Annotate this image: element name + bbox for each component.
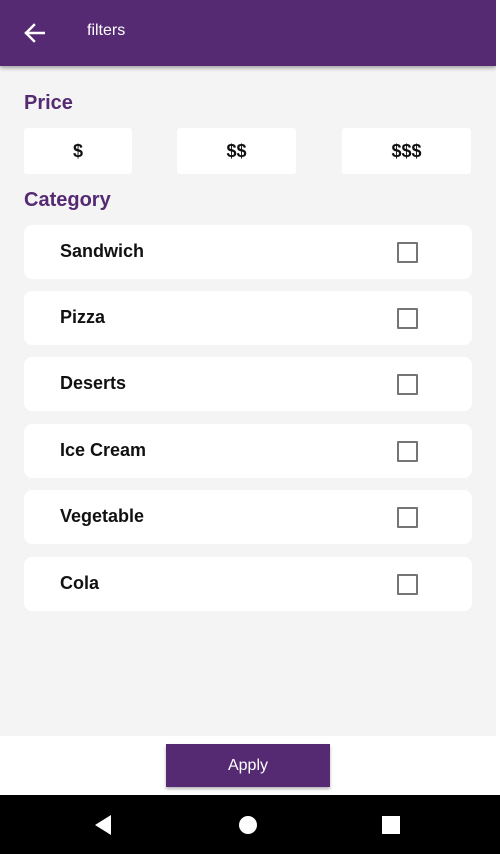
system-navigation-bar	[0, 795, 500, 854]
nav-recents-icon	[382, 816, 400, 834]
app-bar: filters	[0, 0, 496, 66]
nav-back-button[interactable]	[83, 805, 123, 845]
price-option-2[interactable]: $$	[177, 128, 296, 174]
checkbox-cola[interactable]	[397, 574, 418, 595]
price-option-3[interactable]: $$$	[342, 128, 471, 174]
bottom-action-bar: Apply	[0, 736, 496, 795]
page-title: filters	[87, 22, 126, 39]
category-label: Deserts	[60, 373, 127, 393]
category-item-pizza[interactable]: Pizza	[24, 291, 472, 345]
nav-recents-button[interactable]	[371, 805, 411, 845]
nav-back-icon	[95, 815, 111, 835]
checkbox-pizza[interactable]	[397, 308, 418, 329]
category-label: Vegetable	[60, 506, 145, 526]
category-label: Ice Cream	[60, 440, 147, 460]
category-section-title: Category	[24, 189, 111, 211]
checkbox-sandwich[interactable]	[397, 242, 418, 263]
checkbox-ice-cream[interactable]	[397, 441, 418, 462]
filters-screen: filters Price $ $$ $$$ Category Sandwich…	[0, 0, 496, 854]
nav-home-icon	[239, 816, 257, 834]
category-label: Pizza	[60, 307, 106, 327]
apply-button[interactable]: Apply	[166, 744, 330, 787]
category-item-sandwich[interactable]: Sandwich	[24, 225, 472, 279]
price-section-title: Price	[24, 92, 73, 114]
back-button[interactable]	[14, 14, 54, 52]
category-label: Sandwich	[60, 241, 145, 261]
checkbox-deserts[interactable]	[397, 374, 418, 395]
screen-edge	[496, 0, 500, 854]
category-item-deserts[interactable]: Deserts	[24, 357, 472, 411]
category-item-cola[interactable]: Cola	[24, 557, 472, 611]
checkbox-vegetable[interactable]	[397, 507, 418, 528]
price-option-1[interactable]: $	[24, 128, 132, 174]
nav-home-button[interactable]	[228, 805, 268, 845]
category-item-vegetable[interactable]: Vegetable	[24, 490, 472, 544]
arrow-left-icon	[24, 23, 45, 43]
category-label: Cola	[60, 573, 100, 593]
category-item-ice-cream[interactable]: Ice Cream	[24, 424, 472, 478]
